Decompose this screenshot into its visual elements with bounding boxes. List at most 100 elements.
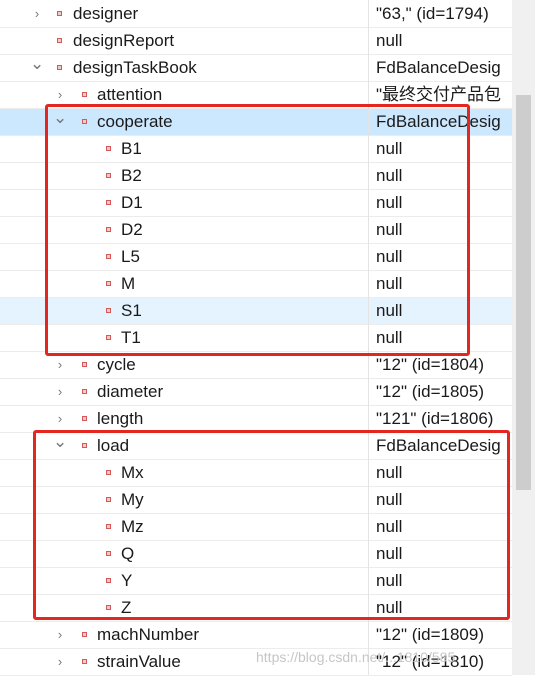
field-icon [106,200,111,205]
variable-value: FdBalanceDesig [376,58,501,77]
tree-row-designReport[interactable]: designReport null [0,28,512,55]
field-icon [82,389,87,394]
scrollbar-thumb[interactable] [516,95,531,490]
variable-value: null [376,517,403,536]
variable-name: cycle [97,355,136,374]
tree-row-S1[interactable]: S1 null [0,298,512,325]
tree-row-cooperate[interactable]: ⌄ cooperate FdBalanceDesig [0,109,512,136]
variable-name: My [121,490,144,509]
tree-row-cycle[interactable]: › cycle "12" (id=1804) [0,352,512,379]
chevron-right-icon[interactable]: › [53,356,67,374]
variable-value: null [376,544,403,563]
field-icon [106,146,111,151]
variable-name: attention [97,85,163,104]
variable-value: null [376,247,403,266]
tree-row-B2[interactable]: B2 null [0,163,512,190]
tree-row-Y[interactable]: Ynull [0,568,512,595]
variable-value: "63," (id=1794) [376,4,489,23]
variable-value: FdBalanceDesig [376,436,501,455]
tree-row-D2[interactable]: D2 null [0,217,512,244]
variable-value: "最终交付产品包 [376,85,502,104]
field-icon [106,335,111,340]
variable-name: M [121,274,136,293]
field-icon [106,551,111,556]
variable-value: FdBalanceDesig [376,112,501,131]
tree-row-Mz[interactable]: Mz null [0,514,512,541]
variable-name: machNumber [97,625,200,644]
chevron-right-icon[interactable]: › [53,626,67,644]
field-icon [82,659,87,664]
chevron-right-icon[interactable]: › [53,410,67,428]
variable-value: null [376,220,403,239]
tree-row-load[interactable]: ⌄ load FdBalanceDesig [0,433,512,460]
variable-name: load [97,436,130,455]
chevron-down-icon[interactable]: ⌄ [30,55,44,73]
chevron-down-icon[interactable]: ⌄ [53,433,67,451]
variable-value: "12" (id=1805) [376,382,485,401]
variable-value: "12" (id=1804) [376,355,485,374]
field-icon [106,470,111,475]
variable-value: null [376,598,403,617]
tree-row-attention[interactable]: › attention "最终交付产品包 [0,82,512,109]
tree-row-Z[interactable]: Znull [0,595,512,622]
field-icon [106,281,111,286]
variable-name: diameter [97,382,164,401]
tree-row-Mx[interactable]: Mx null [0,460,512,487]
tree-row-L5[interactable]: L5 null [0,244,512,271]
field-icon [106,308,111,313]
variable-name: S1 [121,301,142,320]
variable-value: null [376,490,403,509]
field-icon [106,254,111,259]
chevron-right-icon[interactable]: › [53,383,67,401]
variable-value: null [376,301,403,320]
variable-value: null [376,166,403,185]
chevron-right-icon[interactable]: › [53,86,67,104]
variable-value: null [376,571,403,590]
variable-name: designReport [73,31,175,50]
variable-name: cooperate [97,112,173,131]
tree-row-machNumber[interactable]: › machNumber "12" (id=1809) [0,622,512,649]
field-icon [57,11,62,16]
variable-name: B1 [121,139,142,158]
tree-row-B1[interactable]: B1 null [0,136,512,163]
variable-name: length [97,409,144,428]
tree-row-designer[interactable]: › designer "63," (id=1794) [0,1,512,28]
variable-value: null [376,193,403,212]
variable-name: L5 [121,247,140,266]
tree-row-M[interactable]: Mnull [0,271,512,298]
variable-value: null [376,139,403,158]
variable-name: designer [73,4,139,23]
tree-row-T1[interactable]: T1 null [0,325,512,352]
variable-value: null [376,31,403,50]
chevron-right-icon[interactable]: › [53,653,67,671]
watermark: https://blog.csdn.net/...1810/585 [256,649,456,665]
field-icon [82,443,87,448]
field-icon [82,119,87,124]
variable-value: null [376,274,403,293]
variable-name: Mx [121,463,144,482]
chevron-down-icon[interactable]: ⌄ [53,109,67,127]
chevron-right-icon[interactable]: › [30,5,44,23]
tree-row-Q[interactable]: Qnull [0,541,512,568]
tree-row-length[interactable]: › length "121" (id=1806) [0,406,512,433]
tree-row-My[interactable]: My null [0,487,512,514]
field-icon [82,416,87,421]
variable-name: D2 [121,220,143,239]
field-icon [106,173,111,178]
field-icon [106,605,111,610]
field-icon [82,362,87,367]
variable-name: T1 [121,328,141,347]
variable-name: designTaskBook [73,58,197,77]
tree-row-D1[interactable]: D1 null [0,190,512,217]
field-icon [106,227,111,232]
tree-row-designTaskBook[interactable]: ⌄ designTaskBook FdBalanceDesig [0,55,512,82]
variable-value: "12" (id=1809) [376,625,485,644]
field-icon [82,632,87,637]
variable-value: "121" (id=1806) [376,409,494,428]
vertical-scrollbar[interactable] [512,0,535,675]
field-icon [82,92,87,97]
field-icon [106,497,111,502]
variable-name: Mz [121,517,144,536]
tree-row-diameter[interactable]: › diameter "12" (id=1805) [0,379,512,406]
field-icon [106,578,111,583]
